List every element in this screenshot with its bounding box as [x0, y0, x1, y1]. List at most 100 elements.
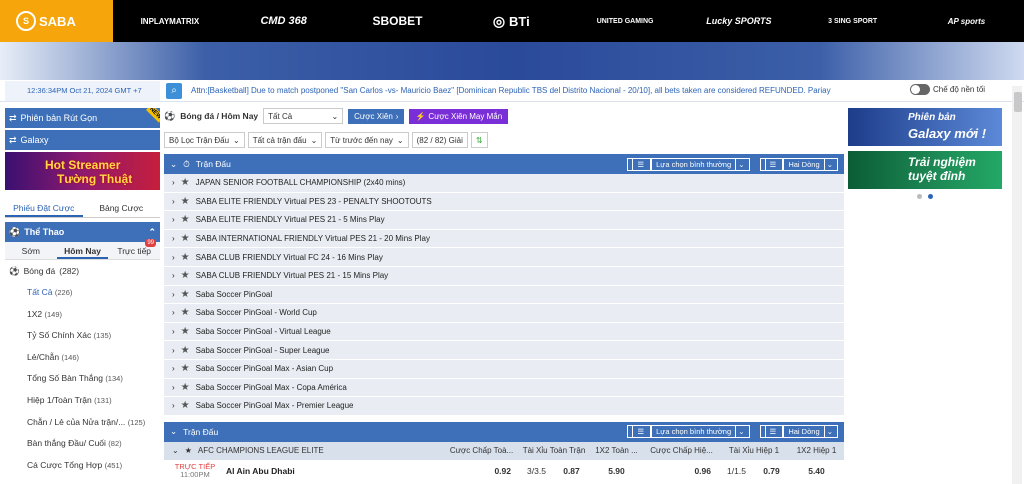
- search-icon[interactable]: ⌕: [166, 83, 182, 99]
- star-icon[interactable]: ★: [181, 196, 190, 207]
- partner-inplaymatrix[interactable]: INPLAYMATRIX: [113, 0, 227, 42]
- parlay-button[interactable]: Cược Xiên ›: [348, 108, 405, 124]
- league-row[interactable]: › ★ SABA CLUB FRIENDLY Virtual PES 21 - 15…: [164, 266, 844, 286]
- time-range-select[interactable]: Từ trước đến nay ⌄: [325, 132, 409, 148]
- league-row[interactable]: › ★ Saba Soccer PinGoal Max - Copa América: [164, 378, 844, 398]
- star-icon[interactable]: ★: [181, 252, 190, 263]
- swap-icon: ⇄: [9, 112, 17, 123]
- menu-item[interactable]: Bàn thắng Đầu/ Cuối (82): [5, 433, 160, 455]
- match-filter-select[interactable]: Bộ Lọc Trận Đấu ⌄: [164, 132, 245, 148]
- league-row[interactable]: › ★ JAPAN SENIOR FOOTBALL CHAMPIONSHIP (2x…: [164, 174, 844, 193]
- tab-bet-board[interactable]: Bảng Cược: [83, 198, 161, 217]
- star-icon[interactable]: ★: [181, 289, 190, 300]
- league-row[interactable]: › ★ SABA ELITE FRIENDLY Virtual PES 21 - 5…: [164, 211, 844, 230]
- star-icon[interactable]: ★: [181, 326, 190, 337]
- star-icon[interactable]: ★: [181, 345, 190, 356]
- carousel-dot[interactable]: [928, 194, 933, 199]
- selection-mode-select[interactable]: ☰ Lựa chọn bình thường ⌄: [627, 425, 750, 439]
- partner-sbobet[interactable]: SBOBET: [341, 0, 455, 42]
- sport-football[interactable]: ⚽ Bóng đá (282): [5, 260, 160, 282]
- matches-section-header-2[interactable]: ⌄ Trận Đấu ☰ Lựa chọn bình thường ⌄ ☰ Ha…: [164, 421, 844, 442]
- league-row[interactable]: › ★ Saba Soccer PinGoal - Virtual League: [164, 322, 844, 342]
- announcement-ticker[interactable]: Attn:[Basketball] Due to match postponed…: [191, 80, 901, 102]
- odds-cell[interactable]: 5.90: [589, 466, 644, 476]
- league-row[interactable]: › ★ SABA INTERNATIONAL FRIENDLY Virtual PE…: [164, 229, 844, 249]
- soccer-ball-icon: ⚽: [9, 226, 21, 237]
- soccer-ball-icon: ⚽: [9, 265, 20, 276]
- star-icon[interactable]: ★: [185, 446, 192, 455]
- odds-cell[interactable]: 5.40: [789, 466, 844, 476]
- breadcrumb: Bóng đá / Hôm Nay: [180, 111, 259, 121]
- matches-section-header[interactable]: ⌄ ⏱ Trận Đấu ☰ Lựa chọn bình thường ⌄ ☰ …: [164, 154, 844, 174]
- scroll-thumb[interactable]: [1014, 92, 1022, 112]
- league-row[interactable]: › ★ Saba Soccer PinGoal - World Cup: [164, 304, 844, 323]
- menu-item[interactable]: Tổng Số Bàn Thắng (134): [5, 368, 160, 390]
- partner-3sing-sport[interactable]: 3 SING SPORT: [796, 0, 910, 42]
- selection-mode-select[interactable]: ☰ Lựa chọn bình thường ⌄: [627, 157, 750, 171]
- tab-bet-slip[interactable]: Phiếu Đặt Cược: [5, 198, 83, 217]
- all-matches-select[interactable]: Tất cả trận đấu ⌄: [247, 132, 323, 148]
- star-icon[interactable]: ★: [181, 270, 190, 281]
- menu-item[interactable]: Tất Cả (226): [5, 282, 160, 304]
- soccer-ball-icon: ⚽: [164, 110, 176, 121]
- galaxy-button[interactable]: ⇄ Galaxy: [5, 130, 160, 150]
- odds-header-row: ⌄ ★ AFC CHAMPIONS LEAGUE ELITE Cược Chấp T…: [164, 441, 844, 460]
- chevron-down-icon[interactable]: ⌄: [170, 159, 177, 170]
- sort-icon[interactable]: ⇅: [470, 132, 488, 148]
- tab-today[interactable]: Hôm Nay: [56, 242, 109, 259]
- star-icon[interactable]: ★: [181, 363, 190, 374]
- tab-early[interactable]: Sớm: [5, 242, 57, 259]
- page-scrollbar[interactable]: [1012, 86, 1022, 484]
- market-select[interactable]: Tất Cả ⌄: [263, 108, 344, 124]
- star-icon[interactable]: ★: [181, 382, 190, 393]
- odds-cell[interactable]: 0.92: [444, 466, 519, 476]
- league-count[interactable]: (82 / 82) Giải: [411, 132, 468, 148]
- night-mode-toggle[interactable]: [910, 84, 930, 95]
- hot-streamer-banner[interactable]: Hot Streamer Tường Thuật: [5, 152, 160, 190]
- chevron-right-icon: ›: [172, 215, 175, 225]
- partner-lucky-sports[interactable]: Lucky SPORTS: [682, 0, 796, 42]
- star-icon[interactable]: ★: [181, 177, 190, 188]
- partner-united-gaming[interactable]: UNITED GAMING: [568, 0, 682, 42]
- list-icon: ☰: [632, 425, 652, 439]
- second-filter-row: Bộ Lọc Trận Đấu ⌄ Tất cả trận đấu ⌄ Từ trư…: [164, 129, 844, 151]
- menu-item[interactable]: Hiệp 1/Toàn Trận (131): [5, 390, 160, 412]
- sports-header[interactable]: ⚽ Thể Thao ⌃: [5, 222, 160, 242]
- main-content: ⚽ Bóng đá / Hôm Nay Tất Cả ⌄ Cược Xiên › ⚡…: [164, 106, 844, 484]
- partner-cmd368[interactable]: CMD 368: [227, 0, 341, 42]
- league-row[interactable]: › ★ Saba Soccer PinGoal Max - Premier Leag…: [164, 397, 844, 416]
- odds-cell[interactable]: 0.79: [754, 466, 789, 476]
- league-row[interactable]: › ★ Saba Soccer PinGoal Max - Asian Cup: [164, 359, 844, 379]
- partner-bti[interactable]: ◎ BTi: [454, 0, 568, 42]
- galaxy-ad[interactable]: Phiên bản Galaxy mới !: [848, 108, 1002, 146]
- carousel-dot[interactable]: [917, 194, 922, 199]
- menu-item[interactable]: Cá Cược Tổng Hợp (451): [5, 455, 160, 477]
- star-icon[interactable]: ★: [181, 400, 190, 411]
- odds-cell[interactable]: 0.96: [644, 466, 719, 476]
- menu-item[interactable]: 1X2 (149): [5, 304, 160, 326]
- league-row[interactable]: › ★ Saba Soccer PinGoal - Super League: [164, 341, 844, 360]
- tab-live[interactable]: Trực tiếp 99: [108, 239, 160, 259]
- chevron-up-icon[interactable]: ⌃: [148, 227, 156, 238]
- star-icon[interactable]: ★: [181, 214, 190, 225]
- line-mode-select[interactable]: ☰ Hai Dòng ⌄: [759, 425, 838, 439]
- menu-item[interactable]: Lẻ/Chẵn (146): [5, 347, 160, 369]
- compact-version-button[interactable]: ⇄ Phiên bản Rút Gọn NEW: [5, 108, 160, 128]
- menu-item[interactable]: Chẵn / Lẻ của Nửa trận/... (125): [5, 412, 160, 434]
- star-icon[interactable]: ★: [181, 233, 190, 244]
- chevron-down-icon[interactable]: ⌄: [170, 426, 177, 437]
- league-afc[interactable]: ⌄ ★ AFC CHAMPIONS LEAGUE ELITE: [164, 446, 444, 455]
- saba-logo[interactable]: S SABA: [0, 0, 113, 42]
- star-icon[interactable]: ★: [181, 307, 190, 318]
- partner-ap-sports[interactable]: AP sports: [910, 0, 1024, 42]
- bet-type-menu: Tất Cả (226) 1X2 (149) Tỷ Số Chính Xác (…: [5, 282, 160, 476]
- league-row[interactable]: › ★ SABA CLUB FRIENDLY Virtual FC 24 - 16 …: [164, 248, 844, 267]
- menu-item[interactable]: Tỷ Số Chính Xác (135): [5, 325, 160, 347]
- league-row[interactable]: › ★ SABA ELITE FRIENDLY Virtual PES 23 - P…: [164, 192, 844, 212]
- night-mode[interactable]: Chế độ nền tối: [910, 84, 985, 95]
- line-mode-select[interactable]: ☰ Hai Dòng ⌄: [759, 157, 838, 171]
- experience-ad[interactable]: Trải nghiệm tuyệt đỉnh: [848, 151, 1002, 189]
- lucky-parlay-button[interactable]: ⚡ Cược Xiên May Mắn: [409, 108, 509, 124]
- league-row[interactable]: › ★ Saba Soccer PinGoal: [164, 285, 844, 305]
- odds-cell[interactable]: 0.87: [554, 466, 589, 476]
